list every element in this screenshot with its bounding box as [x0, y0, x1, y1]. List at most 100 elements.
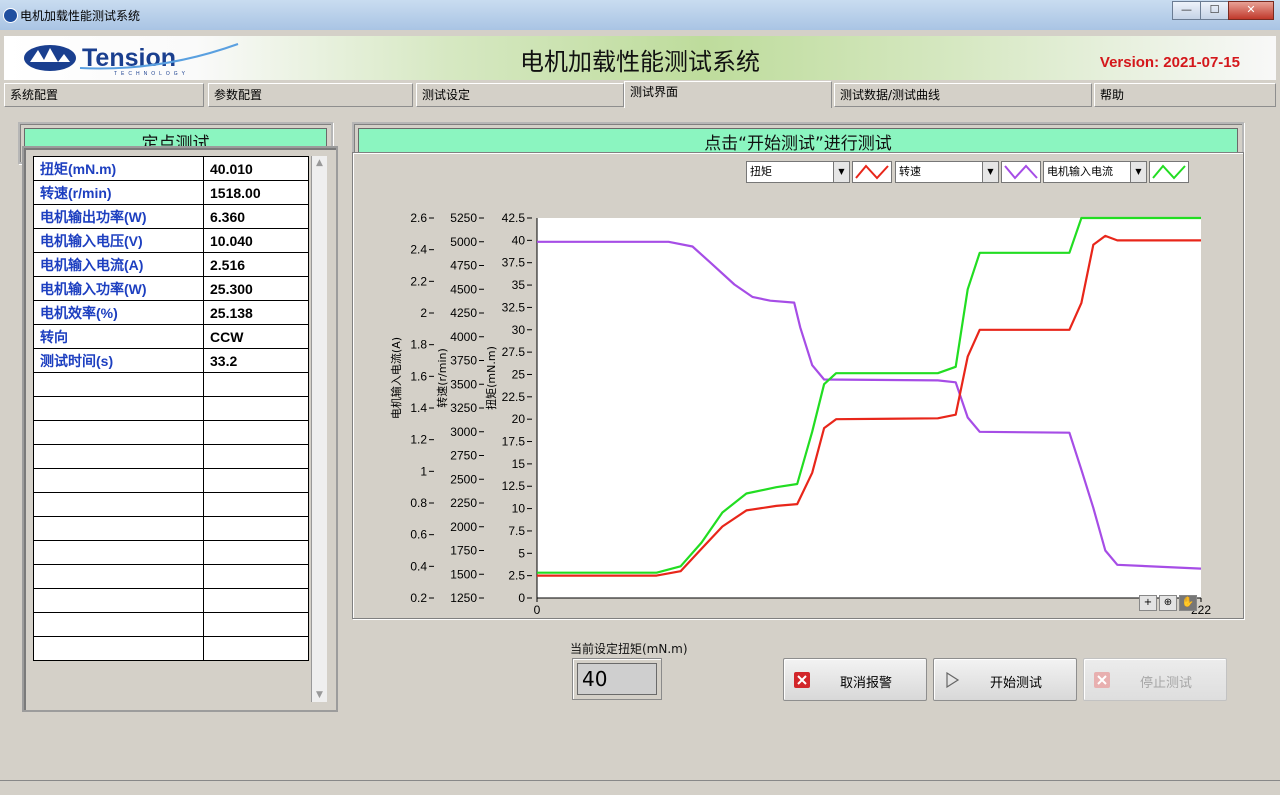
axis-2-tick-label: 0.8: [410, 496, 427, 510]
axis-2-tick-label: 2: [420, 306, 427, 320]
legend-current-swatch[interactable]: [1149, 161, 1189, 183]
table-scrollbar[interactable]: ▲ ▼: [311, 156, 327, 702]
empty-cell: [203, 564, 309, 589]
legend-torque-select[interactable]: 扭矩 ▼: [746, 161, 850, 183]
start-test-button[interactable]: 开始测试: [933, 658, 1077, 701]
cursor-tool-icon[interactable]: +: [1139, 595, 1157, 611]
page-title: 电机加载性能测试系统: [520, 48, 760, 76]
row-label: 电机输入电压(V): [33, 228, 204, 253]
cancel-alarm-label: 取消报警: [839, 676, 892, 691]
empty-cell: [33, 468, 204, 493]
empty-cell: [33, 516, 204, 541]
axis-2-title: 电机输入电流(A): [389, 337, 403, 419]
table-row: 测试时间(s) 33.2: [33, 348, 309, 373]
results-table-panel: 扭矩(mN.m) 40.010 转速(r/min) 1518.00 电机输出功率(W) 6…: [22, 146, 338, 712]
axis-1-tick-label: 1500: [450, 567, 477, 581]
axis-2-tick-label: 1.6: [410, 369, 427, 383]
maximize-button[interactable]: ☐: [1200, 1, 1229, 20]
version-label: Version: 2021-07-15: [1099, 54, 1240, 71]
row-value: CCW: [203, 324, 309, 349]
axis-2-tick-label: 1: [420, 464, 427, 478]
empty-cell: [33, 372, 204, 397]
stop-test-button[interactable]: 停止测试: [1083, 658, 1227, 701]
axis-2-tick-label: 2.6: [410, 211, 427, 225]
axis-1-tick-label: 4000: [450, 330, 477, 344]
table-row: 扭矩(mN.m) 40.010: [33, 156, 309, 181]
empty-cell: [203, 372, 309, 397]
axis-1-tick-label: 4500: [450, 282, 477, 296]
row-label: 电机输入功率(W): [33, 276, 204, 301]
axis-1-title: 转速(r/min): [435, 348, 449, 408]
tab-system-config[interactable]: 系统配置: [4, 83, 204, 107]
legend-torque-swatch[interactable]: [852, 161, 892, 183]
tab-param-config[interactable]: 参数配置: [208, 83, 413, 107]
empty-cell: [33, 564, 204, 589]
set-torque-display: 40: [572, 658, 662, 700]
empty-cell: [33, 396, 204, 421]
set-torque-label: 当前设定扭矩(mN.m): [570, 642, 688, 656]
table-row: 电机输入电压(V) 10.040: [33, 228, 309, 253]
scroll-down-icon[interactable]: ▼: [312, 688, 327, 702]
legend-speed-swatch[interactable]: [1001, 161, 1041, 183]
dropdown-icon[interactable]: ▼: [1130, 162, 1146, 182]
pan-tool-icon[interactable]: ✋: [1179, 595, 1197, 611]
tab-test-data[interactable]: 测试数据/测试曲线: [834, 83, 1092, 107]
legend-speed-label: 转速: [899, 165, 921, 178]
row-value: 25.300: [203, 276, 309, 301]
tab-test-settings[interactable]: 测试设定: [416, 83, 624, 107]
empty-cell: [33, 540, 204, 565]
empty-cell: [203, 420, 309, 445]
legend-current-label: 电机输入电流: [1047, 165, 1113, 178]
legend-current-select[interactable]: 电机输入电流 ▼: [1043, 161, 1147, 183]
set-torque-value: 40: [577, 663, 657, 695]
axis-0-tick-label: 17.5: [502, 435, 526, 449]
row-value: 1518.00: [203, 180, 309, 205]
empty-cell: [203, 612, 309, 637]
row-value: 25.138: [203, 300, 309, 325]
table-row-empty: [33, 612, 309, 637]
zoom-tool-icon[interactable]: ⊕: [1159, 595, 1177, 611]
cancel-alarm-button[interactable]: 取消报警: [783, 658, 927, 701]
axis-0-tick-label: 12.5: [502, 479, 526, 493]
empty-cell: [203, 468, 309, 493]
row-label: 电机效率(%): [33, 300, 204, 325]
scroll-up-icon[interactable]: ▲: [312, 156, 327, 170]
axis-2-tick-label: 1.2: [410, 433, 427, 447]
empty-cell: [33, 420, 204, 445]
table-row-empty: [33, 492, 309, 517]
app-header: Tension TECHNOLOGY 电机加载性能测试系统 Version: 2…: [4, 36, 1276, 80]
table-row-empty: [33, 468, 309, 493]
axis-0-tick-label: 42.5: [502, 211, 526, 225]
row-label: 转速(r/min): [33, 180, 204, 205]
empty-cell: [203, 444, 309, 469]
start-test-label: 开始测试: [989, 676, 1042, 691]
app-icon: [3, 8, 18, 23]
table-row-empty: [33, 516, 309, 541]
tab-test-interface[interactable]: 测试界面: [624, 81, 832, 108]
dropdown-icon[interactable]: ▼: [982, 162, 998, 182]
axis-1-tick-label: 4750: [450, 259, 477, 273]
axis-1-tick-label: 2750: [450, 449, 477, 463]
axis-2-tick-label: 1.4: [410, 401, 427, 415]
minimize-button[interactable]: —: [1172, 1, 1201, 20]
table-row-empty: [33, 564, 309, 589]
axis-2-tick-label: 0.4: [410, 559, 427, 573]
legend-speed-line: [1004, 164, 1038, 180]
table-row-empty: [33, 588, 309, 613]
table-row: 电机输出功率(W) 6.360: [33, 204, 309, 229]
tab-help[interactable]: 帮助: [1094, 83, 1276, 107]
x-axis-tick-label: 0: [534, 603, 541, 617]
axis-1-tick-label: 3000: [450, 425, 477, 439]
empty-cell: [203, 492, 309, 517]
line-chart: 02.557.51012.51517.52022.52527.53032.535…: [389, 211, 1211, 617]
dropdown-icon[interactable]: ▼: [833, 162, 849, 182]
row-label: 转向: [33, 324, 204, 349]
row-label: 扭矩(mN.m): [33, 156, 204, 181]
close-button[interactable]: ✕: [1228, 1, 1274, 20]
legend-speed-select[interactable]: 转速 ▼: [895, 161, 999, 183]
axis-1-tick-label: 5000: [450, 235, 477, 249]
axis-0-tick-label: 37.5: [502, 256, 526, 270]
axis-0-tick-label: 20: [512, 412, 526, 426]
axis-1-tick-label: 2000: [450, 520, 477, 534]
legend-torque-label: 扭矩: [750, 165, 772, 178]
